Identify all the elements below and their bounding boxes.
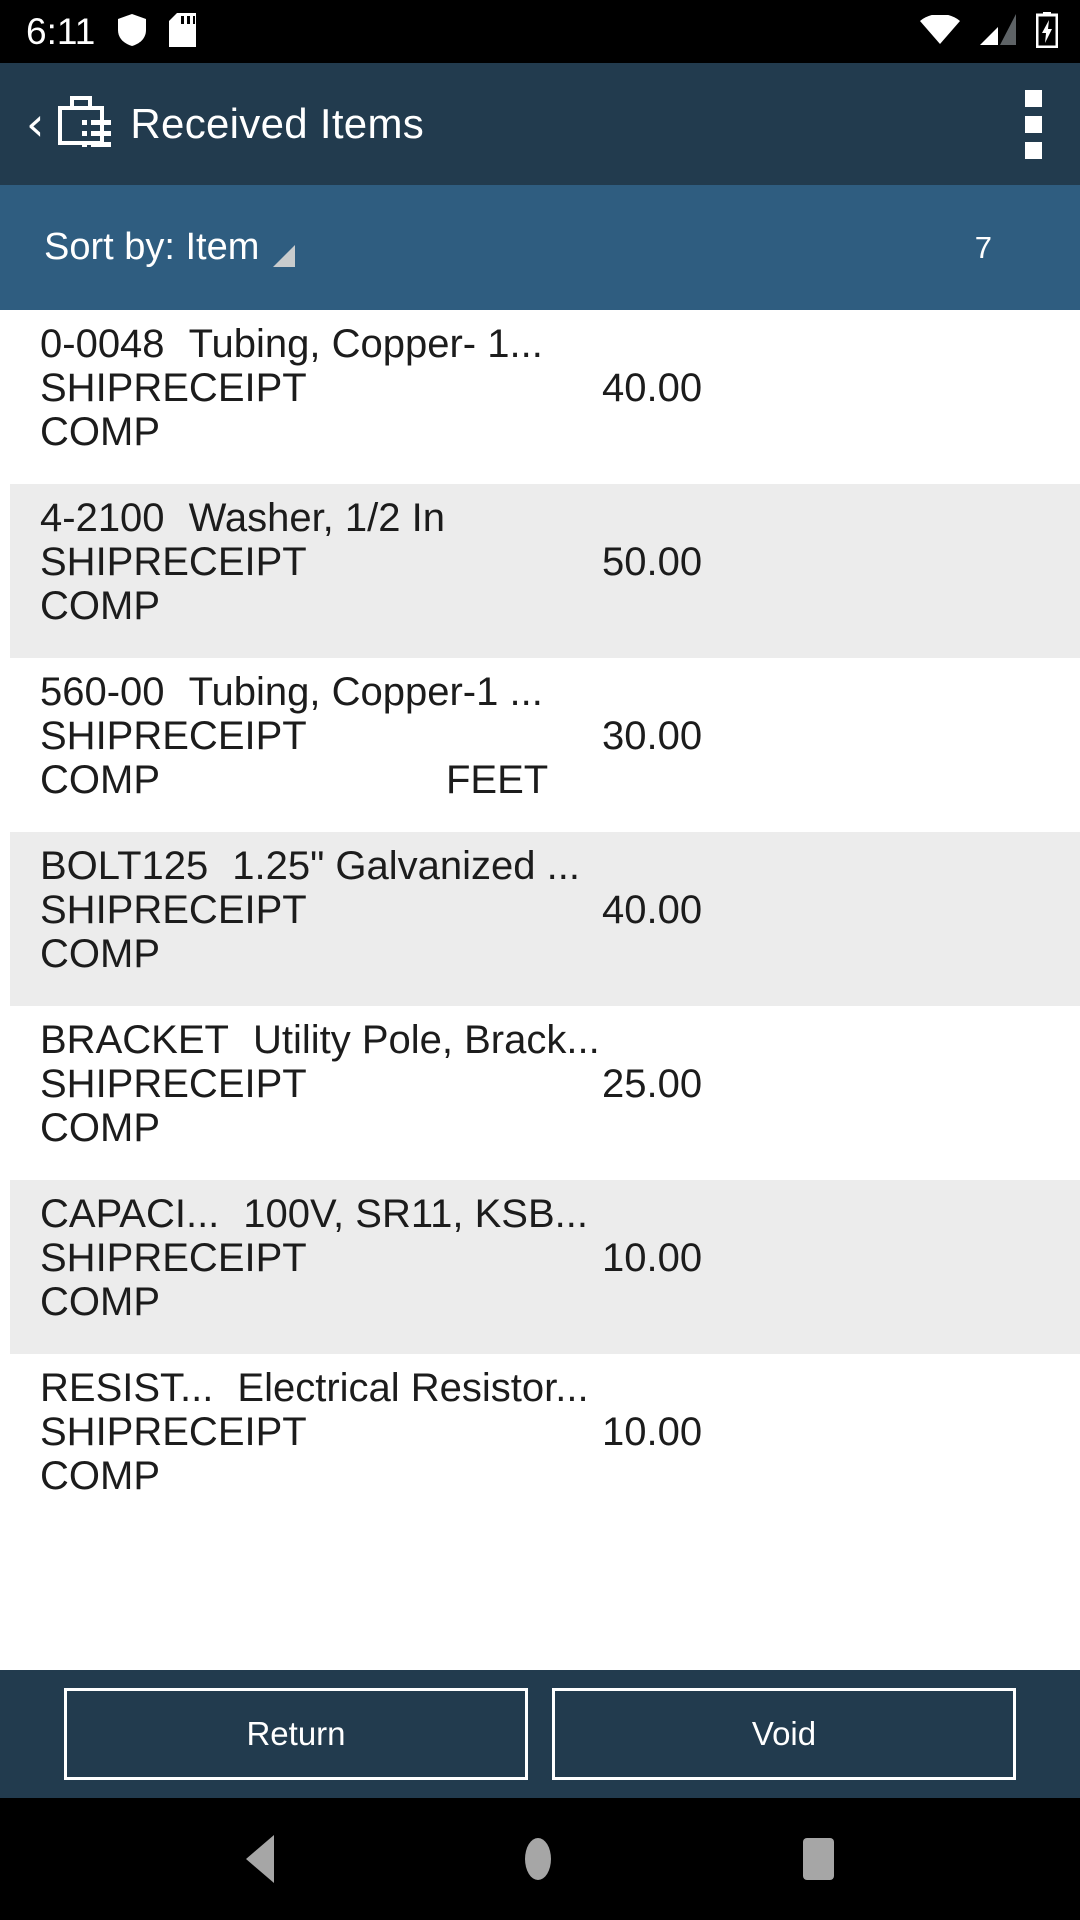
item-quantity: 30.00: [602, 713, 703, 758]
item-quantity: 10.00: [602, 1409, 703, 1454]
table-row[interactable]: BRACKET Utility Pole, Brack... SHIPRECEIPT…: [0, 1006, 1080, 1180]
row-primary-line: 560-00 Tubing, Copper-1 ...: [40, 672, 1080, 716]
item-state: COMP: [40, 409, 160, 454]
row-primary-line: BOLT125 1.25" Galvanized ...: [40, 846, 1080, 890]
item-number: 4-2100: [40, 496, 165, 540]
table-row[interactable]: 0-0048 Tubing, Copper- 1... SHIPRECEIPT 40.…: [0, 310, 1080, 484]
item-count: 7: [974, 229, 992, 265]
item-number: 560-00: [40, 670, 165, 714]
item-description: 100V, SR11, KSB...: [243, 1192, 588, 1236]
item-unit: FEET: [446, 757, 549, 802]
item-state: COMP: [40, 1105, 160, 1150]
row-tertiary-line: COMP: [40, 1105, 1080, 1150]
row-tertiary-line: COMP: [40, 1279, 1080, 1324]
table-row[interactable]: BOLT125 1.25" Galvanized ... SHIPRECEIPT 40…: [0, 832, 1080, 1006]
status-bar-clock: 6:11: [26, 11, 96, 52]
sd-card-icon: [169, 12, 197, 51]
item-description: Utility Pole, Brack...: [252, 1018, 600, 1062]
item-quantity: 10.00: [602, 1235, 703, 1280]
item-quantity: 40.00: [602, 887, 703, 932]
void-button[interactable]: Void: [552, 1688, 1016, 1780]
row-tertiary-line: COMP: [40, 1453, 1080, 1498]
row-tertiary-line: COMP: [40, 931, 1080, 976]
item-description: Tubing, Copper-1 ...: [188, 670, 543, 714]
wifi-icon: [920, 13, 960, 49]
cellular-signal-icon: [980, 14, 1016, 49]
item-quantity: 50.00: [602, 539, 703, 584]
row-tertiary-line: COMP: [40, 583, 1080, 628]
sort-by-label[interactable]: Sort by: Item: [44, 226, 259, 269]
item-status: SHIPRECEIPT: [40, 1409, 307, 1454]
row-secondary-line: SHIPRECEIPT 10.00: [40, 1235, 1080, 1282]
item-state: COMP: [40, 1279, 160, 1324]
status-bar-left: 6:11: [26, 11, 197, 52]
row-secondary-line: SHIPRECEIPT 40.00: [40, 887, 1080, 934]
sort-caret-icon[interactable]: [273, 244, 296, 267]
battery-charging-icon: [1035, 11, 1059, 52]
row-primary-line: CAPACI... 100V, SR11, KSB...: [40, 1194, 1080, 1238]
table-row[interactable]: RESIST... Electrical Resistor... SHIPRECEI…: [0, 1354, 1080, 1528]
row-secondary-line: SHIPRECEIPT 30.00: [40, 713, 1080, 760]
item-number: BRACKET: [40, 1018, 229, 1062]
table-row[interactable]: 4-2100 Washer, 1/2 In SHIPRECEIPT 50.00 COMP: [0, 484, 1080, 658]
row-secondary-line: SHIPRECEIPT 25.00: [40, 1061, 1080, 1108]
item-description: Tubing, Copper- 1...: [188, 322, 543, 366]
more-options-icon[interactable]: [1013, 76, 1054, 173]
row-primary-line: RESIST... Electrical Resistor...: [40, 1368, 1080, 1412]
item-number: BOLT125: [40, 844, 209, 888]
row-primary-line: BRACKET Utility Pole, Brack...: [40, 1020, 1080, 1064]
sort-bar[interactable]: Sort by: Item 7: [0, 185, 1080, 310]
receipt-list-icon: [52, 93, 114, 155]
item-status: SHIPRECEIPT: [40, 713, 307, 758]
item-state: COMP: [40, 757, 160, 802]
item-quantity: 25.00: [602, 1061, 703, 1106]
phone-screen: 6:11 ‹ Received Items Sort by: Item 7 0-…: [0, 0, 1080, 1920]
received-items-list[interactable]: 0-0048 Tubing, Copper- 1... SHIPRECEIPT 40.…: [0, 310, 1080, 1670]
row-tertiary-line: COMP FEET: [40, 757, 1080, 802]
row-tertiary-line: COMP: [40, 409, 1080, 454]
nav-recents-icon[interactable]: [803, 1838, 835, 1880]
nav-home-icon[interactable]: [525, 1838, 552, 1880]
app-bar: ‹ Received Items: [0, 63, 1080, 185]
item-description: 1.25" Galvanized ...: [232, 844, 580, 888]
nav-back-icon[interactable]: [245, 1835, 274, 1883]
status-bar-right: [920, 11, 1059, 52]
row-secondary-line: SHIPRECEIPT 10.00: [40, 1409, 1080, 1456]
item-status: SHIPRECEIPT: [40, 887, 307, 932]
item-number: RESIST...: [40, 1366, 214, 1410]
item-state: COMP: [40, 931, 160, 976]
table-row[interactable]: 560-00 Tubing, Copper-1 ... SHIPRECEIPT 30.…: [0, 658, 1080, 832]
overflow-dot: [1025, 115, 1042, 133]
item-status: SHIPRECEIPT: [40, 539, 307, 584]
item-number: CAPACI...: [40, 1192, 220, 1236]
item-status: SHIPRECEIPT: [40, 1235, 307, 1280]
overflow-dot: [1025, 89, 1042, 107]
item-status: SHIPRECEIPT: [40, 365, 307, 410]
item-state: COMP: [40, 1453, 160, 1498]
item-quantity: 40.00: [602, 365, 703, 410]
table-row[interactable]: CAPACI... 100V, SR11, KSB... SHIPRECEIPT 10…: [0, 1180, 1080, 1354]
back-button[interactable]: ‹: [18, 101, 50, 147]
overflow-dot: [1025, 141, 1042, 159]
row-secondary-line: SHIPRECEIPT 50.00: [40, 539, 1080, 586]
action-bar: Return Void: [0, 1670, 1080, 1798]
row-primary-line: 4-2100 Washer, 1/2 In: [40, 498, 1080, 542]
item-number: 0-0048: [40, 322, 165, 366]
shield-icon: [117, 13, 147, 51]
android-nav-bar: [0, 1798, 1080, 1920]
item-description: Washer, 1/2 In: [188, 496, 445, 540]
item-state: COMP: [40, 583, 160, 628]
page-title: Received Items: [130, 100, 425, 147]
item-status: SHIPRECEIPT: [40, 1061, 307, 1106]
status-bar: 6:11: [0, 0, 1080, 63]
row-primary-line: 0-0048 Tubing, Copper- 1...: [40, 324, 1080, 368]
row-secondary-line: SHIPRECEIPT 40.00: [40, 365, 1080, 412]
return-button[interactable]: Return: [64, 1688, 528, 1780]
item-description: Electrical Resistor...: [237, 1366, 589, 1410]
